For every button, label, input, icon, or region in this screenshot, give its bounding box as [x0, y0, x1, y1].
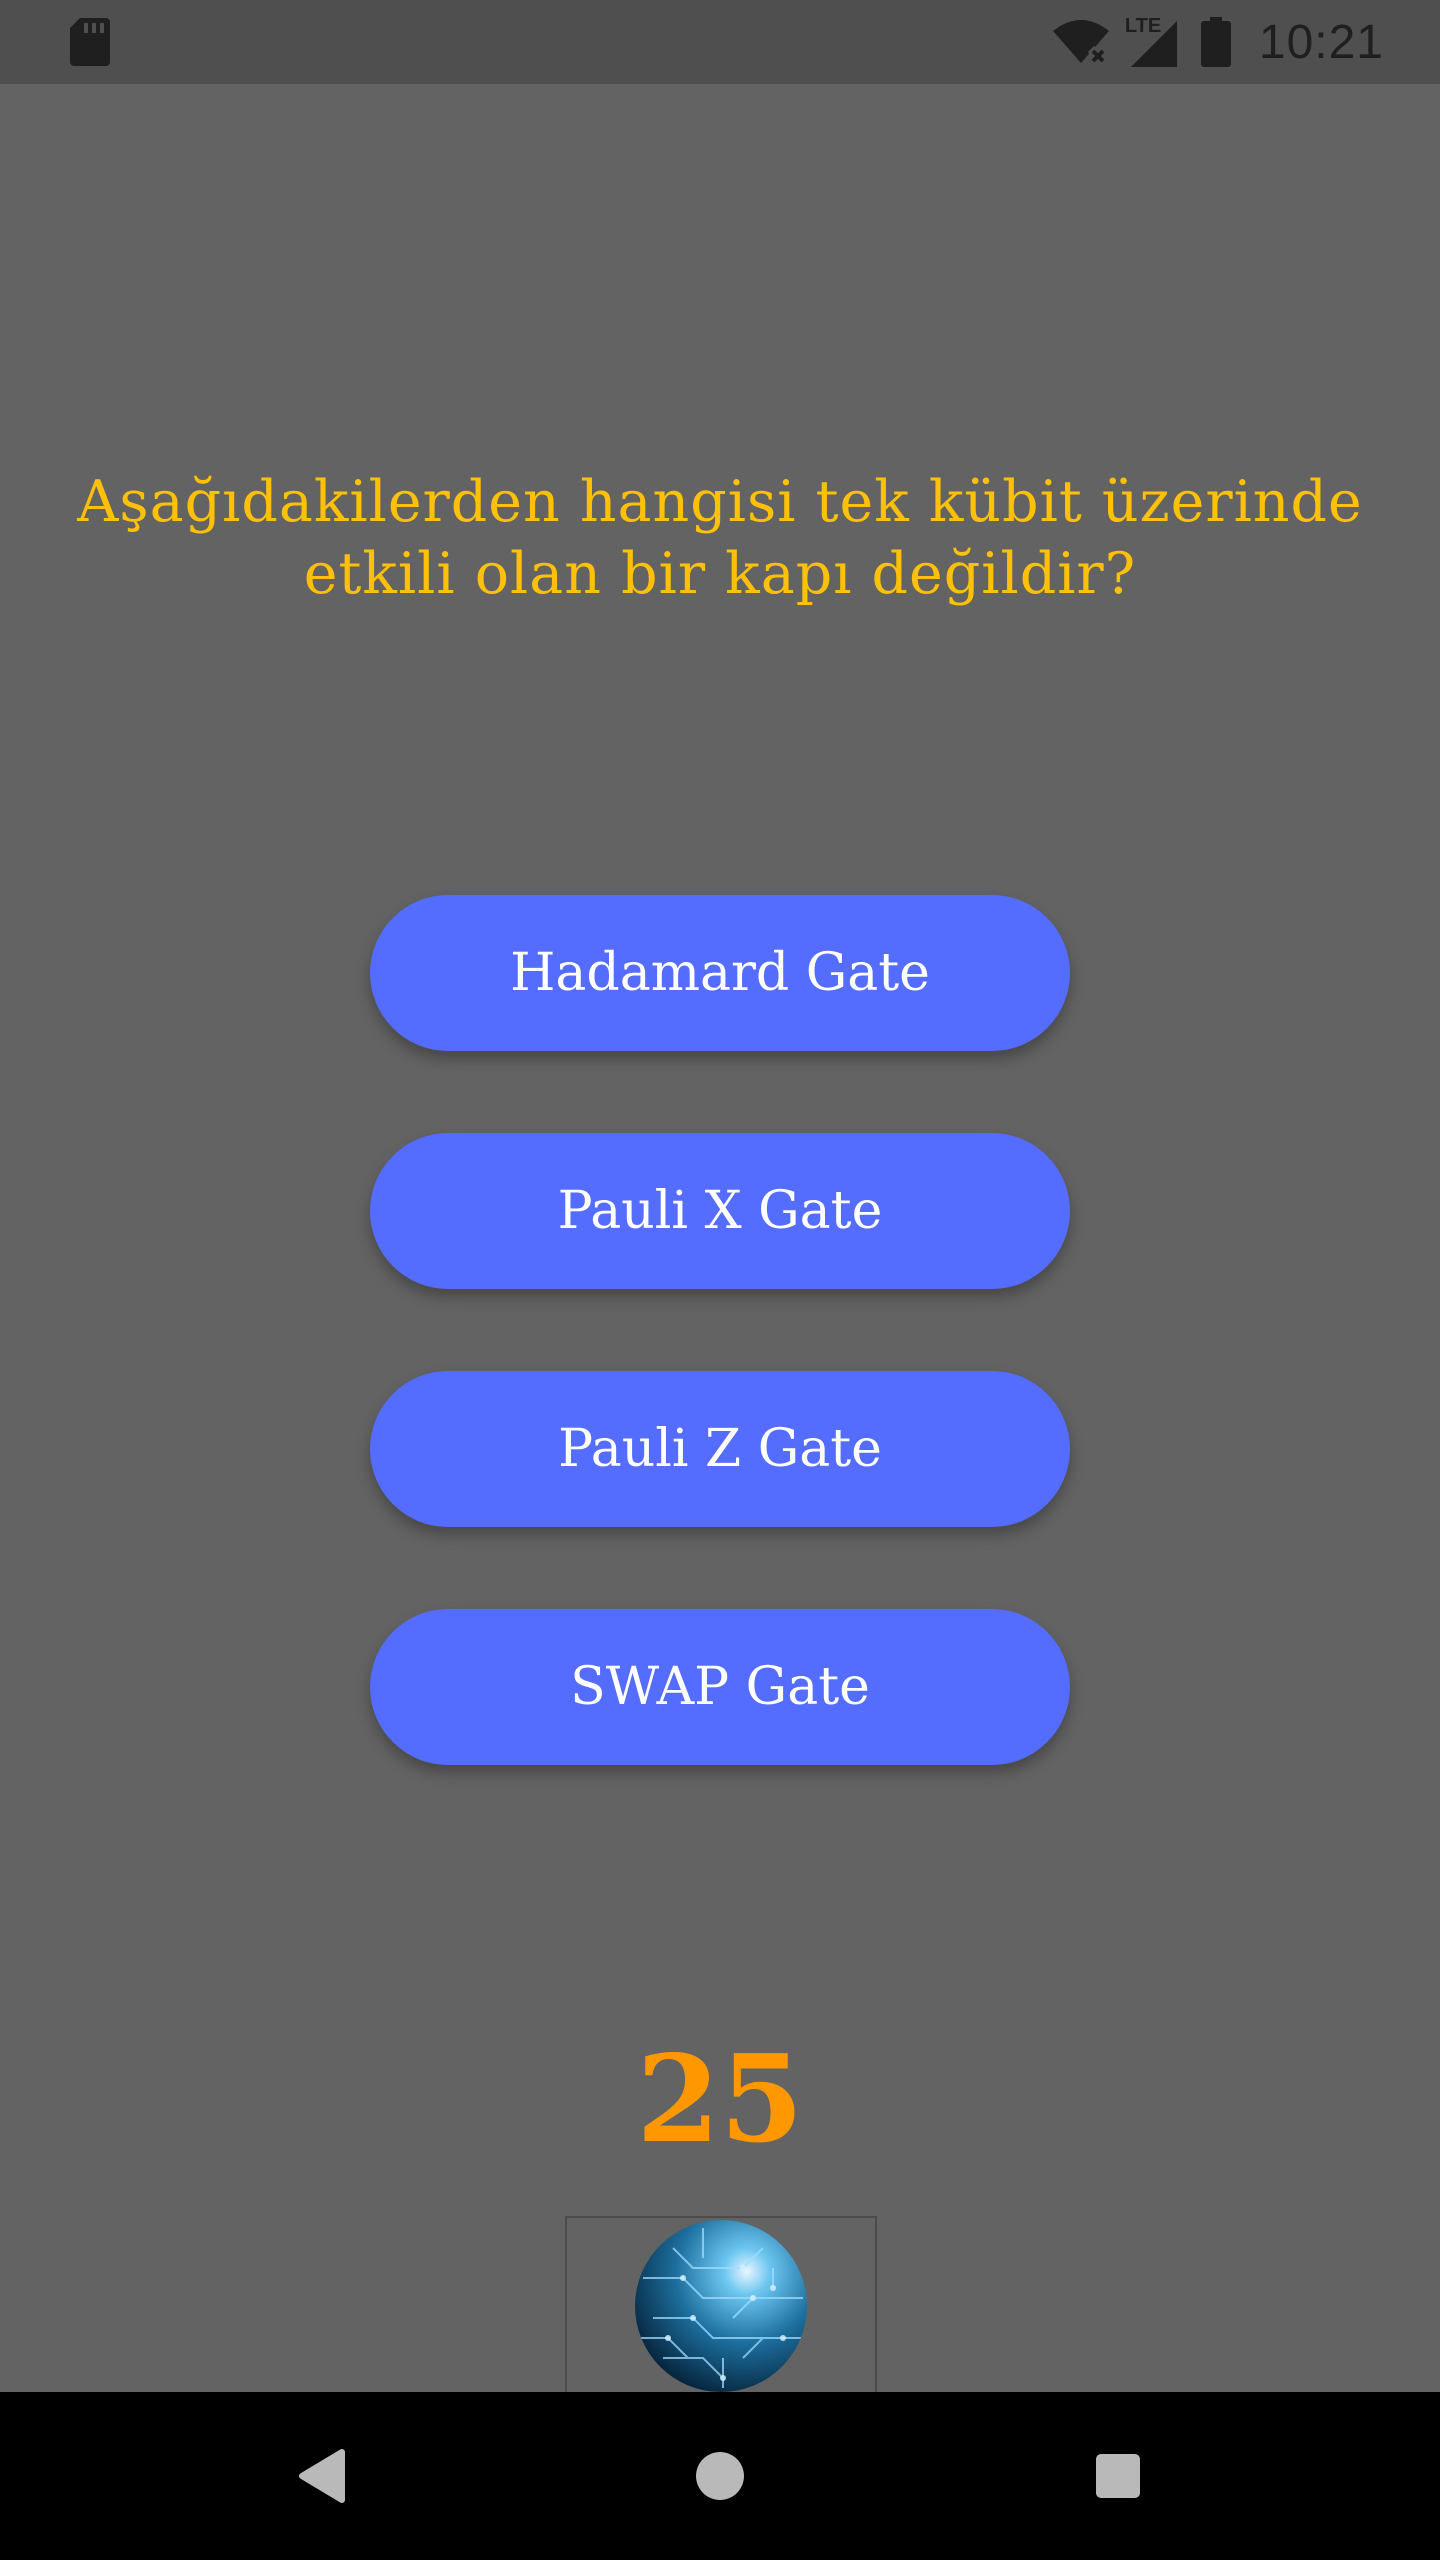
sd-card-icon — [70, 18, 110, 66]
answer-button-2[interactable]: Pauli X Gate — [370, 1133, 1070, 1289]
battery-icon — [1200, 17, 1231, 67]
back-icon[interactable] — [296, 2448, 346, 2504]
answer-list: Hadamard Gate Pauli X Gate Pauli Z Gate … — [370, 895, 1070, 1847]
image-frame — [565, 2216, 877, 2394]
answer-button-4[interactable]: SWAP Gate — [370, 1609, 1070, 1765]
lte-signal-icon: LTE — [1121, 15, 1181, 69]
question-text: Aşağıdakilerden hangisi tek kübit üzerin… — [77, 469, 1363, 607]
status-bar: LTE 10:21 — [0, 0, 1440, 84]
home-icon[interactable] — [696, 2452, 744, 2500]
navigation-bar — [0, 2392, 1440, 2560]
circuit-globe-icon — [635, 2220, 807, 2392]
countdown-timer: 25 — [636, 2029, 804, 2170]
status-time: 10:21 — [1258, 15, 1384, 69]
answer-button-1[interactable]: Hadamard Gate — [370, 895, 1070, 1051]
status-icons: LTE 10:21 — [1051, 0, 1384, 84]
wifi-off-icon — [1052, 20, 1109, 65]
network-type-label: LTE — [1124, 15, 1162, 37]
recents-icon[interactable] — [1096, 2454, 1140, 2498]
answer-button-3[interactable]: Pauli Z Gate — [370, 1371, 1070, 1527]
